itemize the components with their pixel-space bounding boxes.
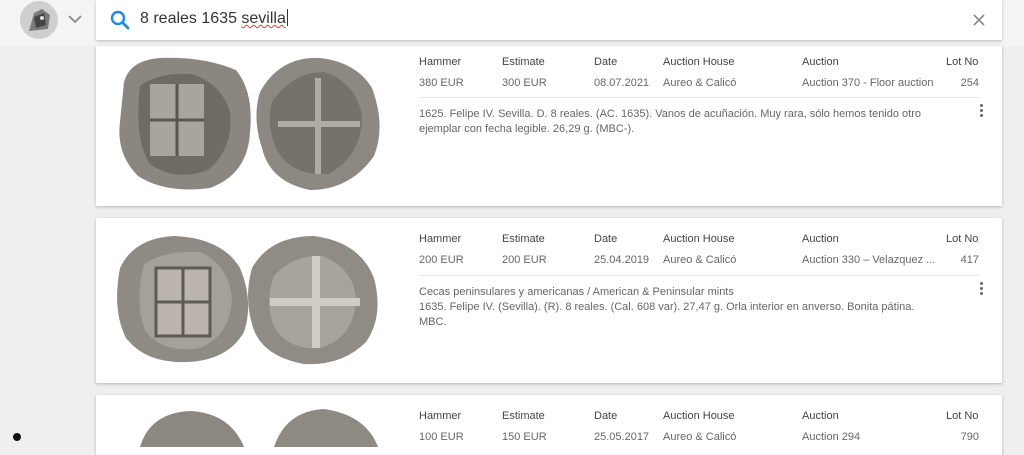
date-value: 08.07.2021 [594, 77, 650, 89]
text-caret [286, 9, 288, 26]
col-header-estimate: Estimate [502, 410, 545, 422]
col-header-auction: Auction [802, 410, 839, 422]
col-header-date: Date [594, 56, 618, 68]
col-header-date: Date [594, 233, 618, 245]
top-bar: 8 reales 1635 sevilla [0, 0, 1024, 46]
coin-image[interactable] [110, 407, 390, 447]
col-header-auction: Auction [802, 233, 839, 245]
search-input[interactable]: 8 reales 1635 sevilla [140, 9, 288, 28]
col-header-auction: Auction [802, 56, 839, 68]
lot-description: 1625. Felipe IV. Sevilla. D. 8 reales. (… [419, 107, 949, 137]
estimate-value: 150 EUR [502, 431, 547, 443]
col-header-auction-house: Auction House [663, 56, 735, 68]
more-options-icon[interactable] [978, 282, 984, 296]
auction-house-value[interactable]: Aureo & Calicó [663, 431, 736, 443]
description-line: MBC. [419, 316, 447, 328]
hammer-value: 200 EUR [419, 254, 464, 266]
col-header-estimate: Estimate [502, 56, 545, 68]
coin-image[interactable] [110, 228, 390, 368]
more-options-icon[interactable] [978, 104, 984, 118]
col-header-lot-no: Lot No [946, 233, 979, 245]
coin-image[interactable] [110, 52, 390, 194]
search-query-text: 8 reales 1635 [140, 10, 242, 27]
site-logo[interactable] [20, 1, 58, 39]
auction-value[interactable]: Auction 330 – Velazquez ... [802, 254, 935, 266]
col-header-estimate: Estimate [502, 233, 545, 245]
search-box[interactable]: 8 reales 1635 sevilla [96, 0, 1002, 40]
col-header-auction-house: Auction House [663, 410, 735, 422]
hammer-value: 100 EUR [419, 431, 464, 443]
result-card[interactable]: Hammer Estimate Date Auction House Aucti… [96, 218, 1002, 383]
description-line: 1625. Felipe IV. Sevilla. D. 8 reales. (… [419, 108, 921, 120]
divider [419, 275, 979, 276]
lot-no-value: 254 [960, 77, 979, 89]
col-header-hammer: Hammer [419, 56, 462, 68]
search-query-misspelled: sevilla [241, 10, 286, 27]
auction-house-value[interactable]: Aureo & Calicó [663, 254, 736, 266]
description-line: Cecas peninsulares y americanas / Americ… [419, 286, 734, 298]
col-header-hammer: Hammer [419, 410, 462, 422]
col-header-hammer: Hammer [419, 233, 462, 245]
divider [419, 97, 979, 98]
hammer-value: 380 EUR [419, 77, 464, 89]
lot-description: Cecas peninsulares y americanas / Americ… [419, 285, 949, 330]
col-header-date: Date [594, 410, 618, 422]
auction-house-value[interactable]: Aureo & Calicó [663, 77, 736, 89]
date-value: 25.04.2019 [594, 254, 650, 266]
result-card[interactable]: Hammer Estimate Date Auction House Aucti… [96, 46, 1002, 206]
col-header-auction-house: Auction House [663, 233, 735, 245]
date-value: 25.05.2017 [594, 431, 650, 443]
close-icon[interactable] [970, 11, 988, 29]
estimate-value: 300 EUR [502, 77, 547, 89]
lot-no-value: 790 [960, 431, 979, 443]
auction-value[interactable]: Auction 370 - Floor auction [802, 77, 933, 89]
auction-value[interactable]: Auction 294 [802, 431, 860, 443]
result-card[interactable]: Hammer Estimate Date Auction House Aucti… [96, 395, 1002, 455]
mouse-cursor-icon [13, 433, 21, 441]
col-header-lot-no: Lot No [946, 56, 979, 68]
description-line: ejemplar con fecha legible. 26,29 g. (MB… [419, 123, 635, 135]
col-header-lot-no: Lot No [946, 410, 979, 422]
description-line: 1635. Felipe IV. (Sevilla). (R). 8 reale… [419, 301, 915, 313]
estimate-value: 200 EUR [502, 254, 547, 266]
lot-no-value: 417 [960, 254, 979, 266]
search-icon[interactable] [109, 9, 131, 31]
chevron-down-icon[interactable] [66, 10, 84, 28]
